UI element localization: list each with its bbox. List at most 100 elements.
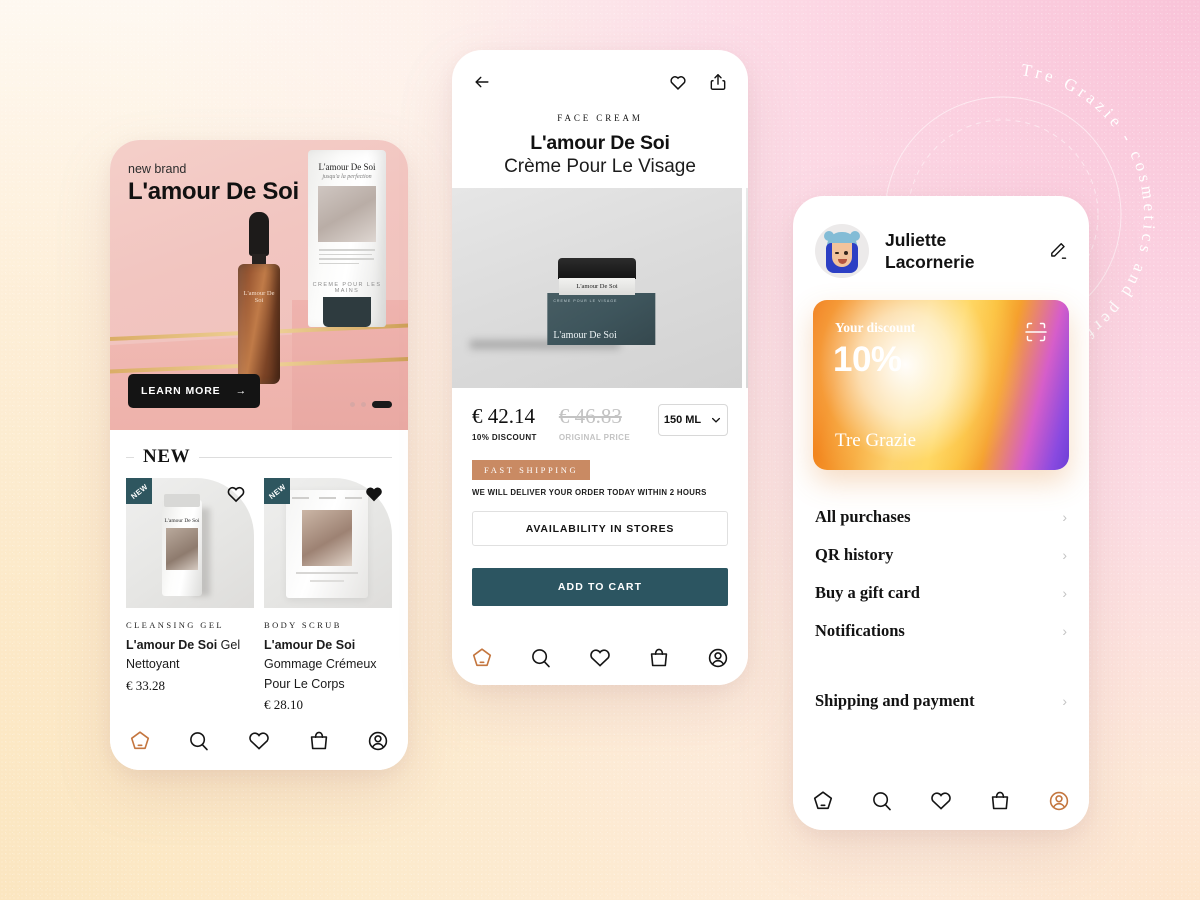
add-to-cart-button[interactable]: ADD TO CART (472, 568, 728, 606)
profile-header: Juliette Lacornerie (793, 196, 1089, 278)
user-first-name: Juliette (885, 229, 947, 250)
hero-banner[interactable]: L'amour De Soi jusqu'a la perfection CRE… (110, 140, 408, 430)
price-original: € 46.83 (558, 404, 622, 428)
chevron-right-icon: › (1062, 547, 1067, 563)
product-card[interactable]: NEW BODY SCRUB L'amour De Soi Gommage Cr… (264, 478, 392, 713)
product-grid: L'amour De Soi NEW CLEANSING GEL L'amour… (110, 474, 408, 713)
back-arrow-icon[interactable] (472, 72, 492, 97)
product-price: € 33.28 (126, 677, 165, 693)
nav-search-icon[interactable] (186, 728, 212, 754)
arrow-right-icon: → (235, 385, 247, 397)
menu-item-shipping-and-payment[interactable]: Shipping and payment › (815, 682, 1067, 720)
chevron-right-icon: › (1062, 693, 1067, 709)
product-name-brand: L'amour De Soi (264, 638, 356, 652)
product-title: L'amour De Soi (530, 132, 670, 154)
product-card[interactable]: L'amour De Soi NEW CLEANSING GEL L'amour… (126, 478, 254, 713)
nav-profile-icon[interactable] (365, 728, 391, 754)
nav-home-icon[interactable] (810, 788, 836, 814)
menu-divider-gap (815, 650, 1067, 682)
product-bottle-image: L'amour De Soi (156, 494, 214, 596)
new-section-header: NEW (110, 430, 408, 474)
menu-item-all-purchases[interactable]: All purchases › (815, 498, 1067, 536)
discount-card-percent: 10% (833, 340, 902, 379)
learn-more-label: LEARN MORE (141, 385, 221, 397)
carousel-dot-1[interactable] (350, 402, 355, 407)
dropper-label-text: L'amour De Soi (243, 290, 275, 304)
new-badge: NEW (264, 478, 290, 504)
menu-item-label: Notifications (815, 621, 905, 640)
nav-profile-icon[interactable] (705, 645, 731, 671)
new-section-title: NEW (143, 446, 191, 467)
new-badge: NEW (126, 478, 152, 504)
product-pouch-image (286, 490, 368, 598)
nav-home-icon[interactable] (469, 645, 495, 671)
product-name-brand: L'amour De Soi (126, 638, 218, 652)
menu-item-label: QR history (815, 545, 894, 564)
nav-heart-icon[interactable] (246, 728, 272, 754)
tube-script-text: jusqu'a la perfection (322, 174, 372, 180)
nav-profile-icon[interactable] (1046, 788, 1072, 814)
nav-heart-icon[interactable] (928, 788, 954, 814)
delivery-note: WE WILL DELIVER YOUR ORDER TODAY WITHIN … (472, 488, 707, 497)
phone-product-detail-screen: FACE CREAM L'amour De Soi Crème Pour Le … (452, 50, 748, 685)
product-image-gallery[interactable]: CREME POUR LE VISAGE L'amour De Soi L'am… (452, 188, 748, 388)
carousel-dots[interactable] (350, 401, 392, 408)
price-original-label: ORIGINAL PRICE (558, 433, 631, 442)
nav-bag-icon[interactable] (306, 728, 332, 754)
product-name: L'amour De Soi Gommage Crémeux Pour Le C… (264, 636, 392, 694)
chevron-right-icon: › (1062, 585, 1067, 601)
jar-label-text: L'amour De Soi (576, 283, 618, 290)
hero-dropper-product: L'amour De Soi (238, 212, 280, 384)
user-name: Juliette Lacornerie (885, 229, 974, 273)
nav-bag-icon[interactable] (987, 788, 1013, 814)
discount-card[interactable]: Your discount 10% Tre Grazie (813, 300, 1069, 470)
product-image-main[interactable]: CREME POUR LE VISAGE L'amour De Soi L'am… (452, 188, 742, 388)
favorite-heart-icon[interactable] (668, 72, 688, 97)
chevron-down-icon (712, 417, 721, 423)
favorite-heart-icon[interactable] (226, 484, 248, 506)
avatar[interactable] (815, 224, 869, 278)
bottom-navigation-bar (110, 712, 408, 770)
box-top-text: CREME POUR LE VISAGE (553, 299, 618, 303)
favorite-heart-icon-filled[interactable] (364, 484, 386, 506)
phone-home-screen: L'amour De Soi jusqu'a la perfection CRE… (110, 140, 408, 770)
nav-heart-icon[interactable] (587, 645, 613, 671)
user-last-name: Lacornerie (885, 252, 975, 272)
menu-item-label: All purchases (815, 507, 911, 526)
size-select-dropdown[interactable]: 150 ML (658, 404, 728, 436)
learn-more-button[interactable]: LEARN MORE → (128, 374, 260, 408)
product-category: BODY SCRUB (264, 620, 342, 630)
box-brand-text: L'amour De Soi (553, 330, 617, 341)
fast-shipping-badge: FAST SHIPPING (472, 460, 591, 480)
nav-home-icon[interactable] (127, 728, 153, 754)
discount-card-label: Your discount (835, 320, 916, 335)
phone-profile-screen: Juliette Lacornerie Your discount 10% Tr… (793, 196, 1089, 830)
qr-scan-icon[interactable] (1023, 319, 1049, 345)
menu-item-qr-history[interactable]: QR history › (815, 536, 1067, 574)
menu-item-notifications[interactable]: Notifications › (815, 612, 1067, 650)
product-image-next[interactable] (746, 188, 748, 388)
menu-item-buy-gift-card[interactable]: Buy a gift card › (815, 574, 1067, 612)
carousel-dot-3-active[interactable] (372, 401, 392, 408)
product-box: CREME POUR LE VISAGE L'amour De Soi (547, 293, 656, 345)
nav-search-icon[interactable] (869, 788, 895, 814)
profile-menu: All purchases › QR history › Buy a gift … (793, 470, 1089, 720)
nav-bag-icon[interactable] (646, 645, 672, 671)
product-name: L'amour De Soi Gel Nettoyant (126, 636, 254, 675)
availability-in-stores-button[interactable]: AVAILABILITY IN STORES (472, 511, 728, 546)
size-select-value: 150 ML (663, 414, 702, 426)
tube-footer-text: CREME POUR LES MAINS (312, 282, 382, 294)
price-current: € 42.14 (472, 404, 535, 428)
carousel-dot-2[interactable] (361, 402, 366, 407)
chevron-right-icon: › (1062, 509, 1067, 525)
product-price: € 28.10 (264, 697, 303, 713)
bottom-navigation-bar (793, 772, 1089, 830)
nav-search-icon[interactable] (528, 645, 554, 671)
share-icon[interactable] (708, 72, 728, 97)
bottom-navigation-bar (452, 631, 748, 685)
product-subtitle: Crème Pour Le Visage (504, 156, 696, 177)
product-category: CLEANSING GEL (126, 620, 225, 630)
pencil-edit-icon[interactable] (1047, 241, 1067, 261)
menu-item-label: Buy a gift card (815, 583, 920, 602)
price-discount-label: 10% DISCOUNT (472, 433, 537, 442)
